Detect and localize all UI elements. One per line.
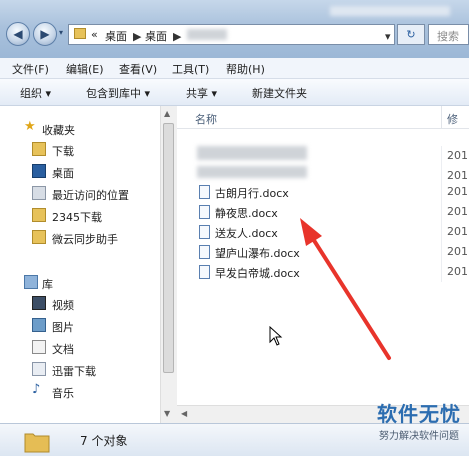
word-document-icon [199,225,210,239]
file-row-zaofabaidicheng[interactable]: 早发白帝城.docx 201 [177,262,469,282]
recent-pages-chevron-icon[interactable]: ▾ [59,28,63,37]
video-library-icon [32,296,46,310]
date-cell: 201 [447,169,468,182]
redacted-title [330,6,450,16]
watermark-slogan: 努力解决软件问题 [379,431,459,442]
word-document-icon [199,245,210,259]
scroll-left-arrow-icon[interactable]: ◀ [181,409,187,418]
word-document-icon [199,185,210,199]
refresh-button[interactable]: ↻ [397,24,425,45]
forward-button[interactable]: ▶ [33,22,57,46]
menu-bar: 文件(F) 编辑(E) 查看(V) 工具(T) 帮助(H) [0,58,469,79]
picture-library-icon [32,318,46,332]
include-in-library-button[interactable]: 包含到库中 ▾ [86,85,150,101]
redacted-filename [197,166,307,178]
download-library-icon [32,362,46,376]
folder-icon [32,208,46,222]
navigation-pane: ★ 收藏夹 下载 桌面 最近访问的位置 2345下载 微云同步助手 库 视频 图… [0,106,160,423]
redacted-breadcrumb [187,29,227,40]
breadcrumb-segment[interactable]: 桌面 [105,28,127,44]
file-row-guchengyuexing[interactable]: 古朗月行.docx 201 [177,182,469,202]
scroll-up-arrow-icon[interactable]: ▲ [164,109,170,118]
star-icon: ★ [24,119,36,134]
menu-help[interactable]: 帮助(H) [226,61,265,77]
folder-icon [74,28,86,39]
share-button[interactable]: 共享 ▾ [186,85,217,101]
sidebar-scrollbar[interactable]: ▲ ▼ [160,106,177,423]
menu-view[interactable]: 查看(V) [119,61,157,77]
mouse-pointer-icon [269,326,283,346]
file-row-wanglushanpubu[interactable]: 望庐山瀑布.docx 201 [177,242,469,262]
list-item[interactable]: 201 [177,146,469,166]
breadcrumb-separator-icon[interactable]: ▶ [133,30,141,43]
item-count: 7 个对象 [80,434,128,448]
file-row-songyouren[interactable]: 送友人.docx 201 [177,222,469,242]
watermark-brand: 软件无忧 [377,402,461,426]
column-header-date[interactable]: 修 [447,111,458,127]
address-dropdown-icon[interactable]: ▾ [385,30,391,43]
column-header-row: 名称 修 [177,106,469,129]
document-library-icon [32,340,46,354]
search-input[interactable]: 搜索 [428,24,469,45]
word-document-icon [199,265,210,279]
menu-file[interactable]: 文件(F) [12,61,49,77]
new-folder-button[interactable]: 新建文件夹 [252,85,307,101]
date-cell: 201 [447,149,468,162]
command-toolbar: 组织 ▾ 包含到库中 ▾ 共享 ▾ 新建文件夹 [0,79,469,106]
menu-tools[interactable]: 工具(T) [172,61,209,77]
desktop-icon [32,164,46,178]
refresh-icon: ↻ [406,28,416,41]
word-document-icon [199,205,210,219]
column-header-name[interactable]: 名称 [195,111,217,127]
download-folder-icon [32,142,46,156]
scroll-down-arrow-icon[interactable]: ▼ [164,409,170,418]
folder-icon [24,428,50,454]
window-titlebar: ◀ ▶ ▾ « 桌面 ▶ 桌面 ▶ ▾ ↻ 搜索 [0,0,469,60]
file-list: 名称 修 201 201 古朗月行.docx 201 静夜思.docx 201 … [177,106,469,423]
breadcrumb-segment[interactable]: 桌面 [145,28,167,44]
scrollbar-thumb[interactable] [163,123,174,373]
column-divider[interactable] [441,106,442,128]
menu-edit[interactable]: 编辑(E) [66,61,104,77]
folder-icon [32,230,46,244]
breadcrumb-separator-icon[interactable]: ▶ [173,30,181,43]
organize-button[interactable]: 组织 ▾ [20,85,51,101]
file-row-jingyesi[interactable]: 静夜思.docx 201 [177,202,469,222]
library-icon [24,275,38,289]
recent-places-icon [32,186,46,200]
back-button[interactable]: ◀ [6,22,30,46]
watermark: 软件无忧 努力解决软件问题 [377,398,461,442]
redacted-filename [197,146,307,160]
music-note-icon: ♪ [32,382,41,397]
address-bar[interactable]: « 桌面 ▶ 桌面 ▶ ▾ [68,24,395,45]
breadcrumb-overflow[interactable]: « [91,28,98,41]
